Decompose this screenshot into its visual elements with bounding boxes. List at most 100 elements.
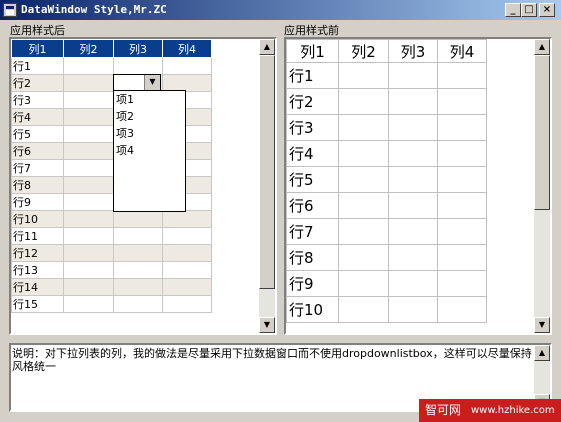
scroll-thumb[interactable] — [259, 55, 275, 289]
row-label-cell[interactable]: 行6 — [286, 192, 339, 219]
grid-cell[interactable] — [63, 91, 114, 109]
dropdown-option[interactable]: 项2 — [114, 108, 185, 125]
grid-cell[interactable] — [388, 62, 438, 89]
column-header[interactable]: 列2 — [63, 39, 114, 58]
row-label-cell[interactable]: 行1 — [286, 62, 339, 89]
grid-row[interactable]: 行4 — [286, 140, 487, 167]
scroll-up-button[interactable]: ▲ — [259, 39, 275, 55]
grid-cell[interactable] — [63, 74, 114, 92]
column-header[interactable]: 列3 — [113, 39, 163, 58]
scroll-up-button[interactable]: ▲ — [534, 39, 550, 55]
grid-cell[interactable] — [162, 244, 212, 262]
scroll-down-button[interactable]: ▼ — [534, 317, 550, 333]
grid-cell[interactable] — [437, 296, 487, 323]
grid-cell[interactable] — [162, 278, 212, 296]
grid-cell[interactable] — [63, 227, 114, 245]
grid-cell[interactable] — [63, 108, 114, 126]
grid-cell[interactable] — [388, 244, 438, 271]
grid-cell[interactable] — [113, 227, 163, 245]
grid-cell[interactable] — [113, 261, 163, 279]
grid-row[interactable]: 行6 — [286, 192, 487, 219]
grid-cell[interactable] — [338, 88, 389, 115]
grid-cell[interactable] — [162, 227, 212, 245]
grid-cell[interactable] — [388, 88, 438, 115]
grid-cell[interactable] — [437, 88, 487, 115]
dropdown-option[interactable]: 项3 — [114, 125, 185, 142]
grid-row[interactable]: 行15 — [11, 295, 212, 313]
right-vertical-scrollbar[interactable]: ▲ ▼ — [534, 39, 550, 333]
left-vertical-scrollbar[interactable]: ▲ ▼ — [259, 39, 275, 333]
grid-cell[interactable] — [338, 114, 389, 141]
grid-cell[interactable] — [63, 210, 114, 228]
grid-cell[interactable] — [63, 176, 114, 194]
row-label-cell[interactable]: 行9 — [11, 193, 64, 211]
row-label-cell[interactable]: 行7 — [286, 218, 339, 245]
grid-row[interactable]: 行1 — [286, 62, 487, 89]
row-label-cell[interactable]: 行13 — [11, 261, 64, 279]
column-header[interactable]: 列4 — [437, 39, 487, 63]
grid-cell[interactable] — [437, 218, 487, 245]
dropdown-list[interactable]: 项1 项2 项3 项4 — [113, 90, 186, 212]
grid-cell[interactable] — [162, 74, 212, 92]
grid-cell[interactable] — [113, 210, 163, 228]
minimize-button[interactable]: _ — [505, 3, 521, 17]
grid-cell[interactable] — [63, 278, 114, 296]
grid-cell[interactable] — [338, 192, 389, 219]
grid-cell[interactable] — [113, 278, 163, 296]
grid-row[interactable]: 行3 — [286, 114, 487, 141]
column-header[interactable]: 列1 — [11, 39, 64, 58]
grid-cell[interactable] — [162, 295, 212, 313]
grid-cell[interactable] — [162, 57, 212, 75]
grid-row[interactable]: 行14 — [11, 278, 212, 296]
scroll-down-button[interactable]: ▼ — [259, 317, 275, 333]
grid-cell[interactable] — [162, 210, 212, 228]
grid-cell[interactable] — [63, 295, 114, 313]
row-label-cell[interactable]: 行3 — [11, 91, 64, 109]
grid-cell[interactable] — [437, 244, 487, 271]
grid-cell[interactable] — [388, 192, 438, 219]
grid-cell[interactable] — [338, 244, 389, 271]
grid-cell[interactable] — [437, 192, 487, 219]
grid-cell[interactable] — [338, 218, 389, 245]
grid-row[interactable]: 行2 — [286, 88, 487, 115]
grid-row[interactable]: 行10 — [286, 296, 487, 323]
row-label-cell[interactable]: 行7 — [11, 159, 64, 177]
grid-row[interactable]: 行12 — [11, 244, 212, 262]
scroll-thumb[interactable] — [534, 55, 550, 210]
grid-cell[interactable] — [338, 62, 389, 89]
grid-row[interactable]: 行2 — [11, 74, 212, 92]
row-label-cell[interactable]: 行1 — [11, 57, 64, 75]
row-label-cell[interactable]: 行8 — [286, 244, 339, 271]
row-label-cell[interactable]: 行10 — [286, 296, 339, 323]
row-label-cell[interactable]: 行4 — [11, 108, 64, 126]
title-bar[interactable]: DataWindow Style,Mr.ZC _ □ × — [0, 0, 561, 20]
row-label-cell[interactable]: 行5 — [286, 166, 339, 193]
grid-row[interactable]: 行7 — [286, 218, 487, 245]
grid-cell[interactable] — [113, 244, 163, 262]
grid-cell[interactable] — [63, 244, 114, 262]
dropdown-option[interactable]: 项4 — [114, 142, 185, 159]
grid-cell[interactable] — [437, 166, 487, 193]
row-label-cell[interactable]: 行14 — [11, 278, 64, 296]
grid-cell[interactable] — [437, 62, 487, 89]
close-button[interactable]: × — [539, 3, 555, 17]
grid-cell[interactable] — [63, 159, 114, 177]
row-label-cell[interactable]: 行11 — [11, 227, 64, 245]
grid-cell[interactable] — [63, 193, 114, 211]
grid-cell[interactable] — [437, 140, 487, 167]
grid-cell[interactable] — [388, 270, 438, 297]
row-label-cell[interactable]: 行12 — [11, 244, 64, 262]
app-icon[interactable] — [3, 3, 17, 17]
dropdown-arrow-button[interactable]: ▼ — [144, 75, 160, 90]
row-label-cell[interactable]: 行15 — [11, 295, 64, 313]
grid-cell[interactable] — [338, 270, 389, 297]
grid-row[interactable]: 行8 — [286, 244, 487, 271]
grid-row[interactable]: 行5 — [286, 166, 487, 193]
column-dropdown[interactable]: ▼ — [113, 74, 161, 91]
grid-cell[interactable] — [162, 261, 212, 279]
column-header[interactable]: 列4 — [162, 39, 212, 58]
row-label-cell[interactable]: 行6 — [11, 142, 64, 160]
grid-row[interactable]: 行1 — [11, 57, 212, 75]
grid-cell[interactable] — [388, 296, 438, 323]
grid-cell[interactable] — [338, 296, 389, 323]
